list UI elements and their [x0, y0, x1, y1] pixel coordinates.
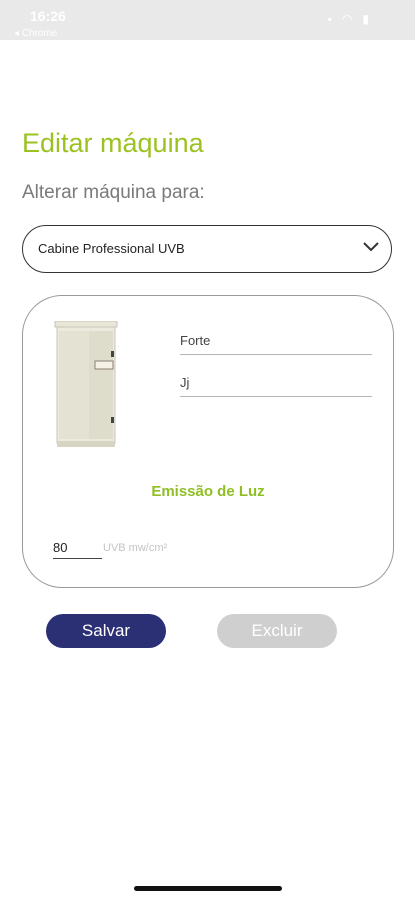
page-title: Editar máquina	[22, 128, 204, 158]
home-indicator[interactable]	[134, 886, 282, 891]
name-value: Forte	[180, 333, 211, 348]
chevron-down-icon	[363, 242, 379, 252]
machine-image	[54, 321, 118, 447]
delete-button[interactable]: Excluir	[217, 614, 337, 648]
emission-unit-label: UVB mw/cm²	[103, 542, 168, 554]
description-value: Jj	[180, 375, 190, 390]
status-time: 16:26	[30, 8, 66, 24]
wifi-icon: ◠	[341, 12, 363, 26]
back-to-chrome-link[interactable]: ◂ Chrome	[14, 28, 57, 39]
status-icons: ▪◠▮	[328, 12, 379, 26]
name-field[interactable]: Forte	[180, 326, 372, 355]
description-field[interactable]: Jj	[180, 368, 372, 397]
page-subtitle: Alterar máquina para:	[22, 182, 205, 203]
signal-icon: ▪	[327, 12, 342, 26]
status-bar: 16:26 ◂ Chrome ▪◠▮	[0, 0, 415, 40]
battery-icon: ▮	[362, 12, 379, 26]
machine-card: Forte Jj Emissão de Luz 80 UVB mw/cm²	[22, 295, 394, 588]
machine-select-value: Cabine Professional UVB	[38, 241, 185, 256]
save-button[interactable]: Salvar	[46, 614, 166, 648]
emission-input[interactable]: 80	[53, 540, 102, 559]
machine-select[interactable]: Cabine Professional UVB	[22, 225, 392, 273]
emission-section-title: Emissão de Luz	[151, 483, 265, 500]
